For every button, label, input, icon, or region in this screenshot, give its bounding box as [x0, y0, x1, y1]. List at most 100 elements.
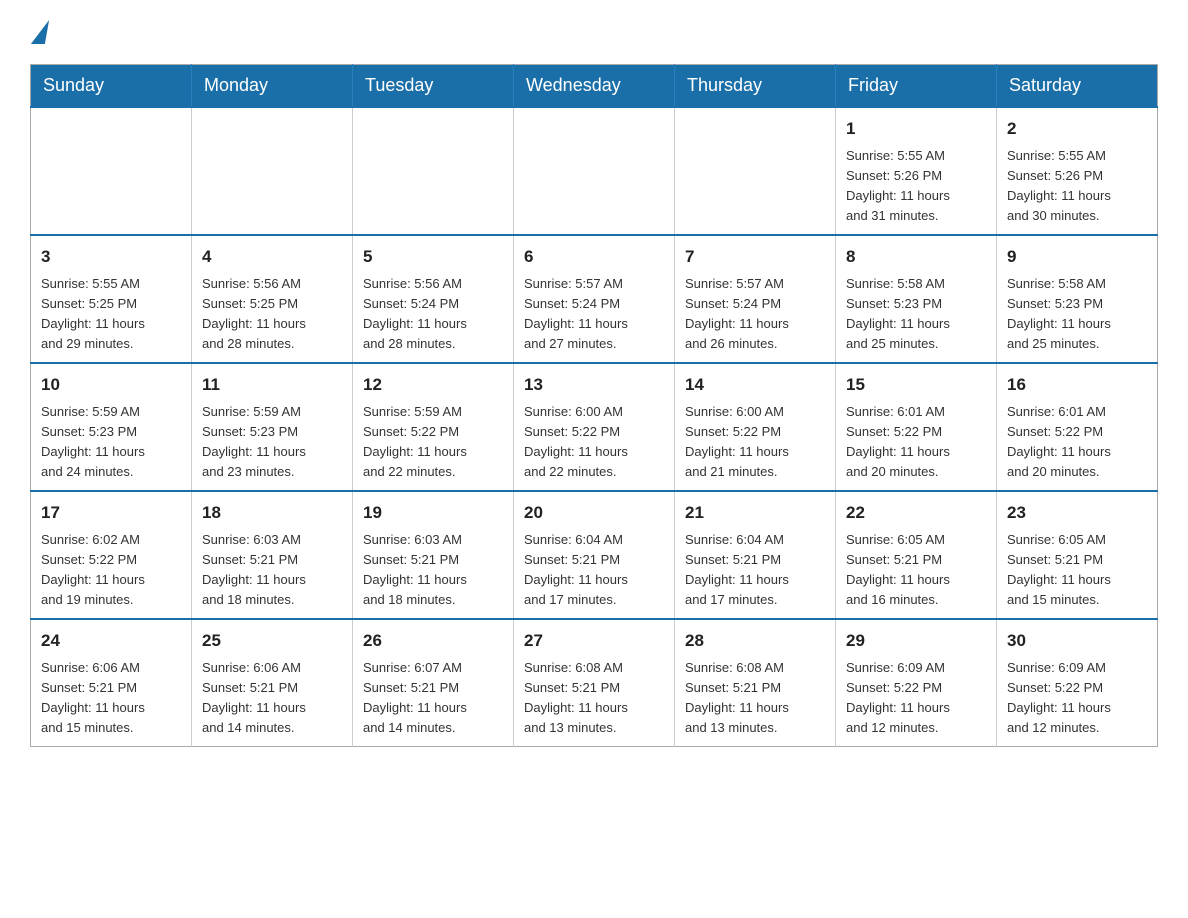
day-number: 6 [524, 244, 664, 270]
day-number: 10 [41, 372, 181, 398]
day-number: 7 [685, 244, 825, 270]
calendar-header-wednesday: Wednesday [514, 65, 675, 108]
day-number: 4 [202, 244, 342, 270]
calendar-cell: 8 Sunrise: 5:58 AMSunset: 5:23 PMDaylight… [836, 235, 997, 363]
calendar-cell: 9Sunrise: 5:58 AMSunset: 5:23 PMDaylight… [997, 235, 1158, 363]
calendar-cell: 6 Sunrise: 5:57 AMSunset: 5:24 PMDaylight… [514, 235, 675, 363]
day-info: Sunrise: 6:04 AMSunset: 5:21 PMDaylight:… [524, 530, 664, 611]
calendar-cell: 1 Sunrise: 5:55 AMSunset: 5:26 PMDaylight… [836, 107, 997, 235]
day-info: Sunrise: 5:56 AMSunset: 5:24 PMDaylight:… [363, 274, 503, 355]
calendar-cell: 5 Sunrise: 5:56 AMSunset: 5:24 PMDaylight… [353, 235, 514, 363]
calendar-cell: 4 Sunrise: 5:56 AMSunset: 5:25 PMDaylight… [192, 235, 353, 363]
day-number: 1 [846, 116, 986, 142]
day-number: 25 [202, 628, 342, 654]
day-info: Sunrise: 6:05 AMSunset: 5:21 PMDaylight:… [1007, 530, 1147, 611]
calendar-cell: 11 Sunrise: 5:59 AMSunset: 5:23 PMDayligh… [192, 363, 353, 491]
calendar-cell [514, 107, 675, 235]
day-info: Sunrise: 5:58 AMSunset: 5:23 PMDaylight:… [1007, 274, 1147, 355]
calendar-header-tuesday: Tuesday [353, 65, 514, 108]
day-info: Sunrise: 5:55 AMSunset: 5:25 PMDaylight:… [41, 274, 181, 355]
day-info: Sunrise: 6:03 AMSunset: 5:21 PMDaylight:… [363, 530, 503, 611]
day-info: Sunrise: 5:59 AMSunset: 5:23 PMDaylight:… [202, 402, 342, 483]
calendar-cell: 26Sunrise: 6:07 AMSunset: 5:21 PMDayligh… [353, 619, 514, 747]
calendar-cell: 20 Sunrise: 6:04 AMSunset: 5:21 PMDayligh… [514, 491, 675, 619]
day-number: 29 [846, 628, 986, 654]
calendar-cell: 17Sunrise: 6:02 AMSunset: 5:22 PMDayligh… [31, 491, 192, 619]
calendar-week-row-2: 3 Sunrise: 5:55 AMSunset: 5:25 PMDaylight… [31, 235, 1158, 363]
day-info: Sunrise: 6:08 AMSunset: 5:21 PMDaylight:… [685, 658, 825, 739]
calendar-cell: 19 Sunrise: 6:03 AMSunset: 5:21 PMDayligh… [353, 491, 514, 619]
day-number: 21 [685, 500, 825, 526]
day-number: 22 [846, 500, 986, 526]
day-info: Sunrise: 6:05 AMSunset: 5:21 PMDaylight:… [846, 530, 986, 611]
day-number: 27 [524, 628, 664, 654]
day-number: 15 [846, 372, 986, 398]
day-info: Sunrise: 6:03 AMSunset: 5:21 PMDaylight:… [202, 530, 342, 611]
calendar-week-row-4: 17Sunrise: 6:02 AMSunset: 5:22 PMDayligh… [31, 491, 1158, 619]
day-number: 16 [1007, 372, 1147, 398]
calendar-cell [192, 107, 353, 235]
calendar-cell: 29 Sunrise: 6:09 AMSunset: 5:22 PMDayligh… [836, 619, 997, 747]
day-info: Sunrise: 6:02 AMSunset: 5:22 PMDaylight:… [41, 530, 181, 611]
calendar-cell: 25 Sunrise: 6:06 AMSunset: 5:21 PMDayligh… [192, 619, 353, 747]
day-info: Sunrise: 5:57 AMSunset: 5:24 PMDaylight:… [685, 274, 825, 355]
day-info: Sunrise: 6:00 AMSunset: 5:22 PMDaylight:… [685, 402, 825, 483]
calendar-header-row: SundayMondayTuesdayWednesdayThursdayFrid… [31, 65, 1158, 108]
calendar-cell: 7 Sunrise: 5:57 AMSunset: 5:24 PMDaylight… [675, 235, 836, 363]
day-number: 18 [202, 500, 342, 526]
day-number: 20 [524, 500, 664, 526]
day-info: Sunrise: 6:06 AMSunset: 5:21 PMDaylight:… [202, 658, 342, 739]
calendar-cell: 24 Sunrise: 6:06 AMSunset: 5:21 PMDayligh… [31, 619, 192, 747]
calendar-cell: 3 Sunrise: 5:55 AMSunset: 5:25 PMDaylight… [31, 235, 192, 363]
day-number: 24 [41, 628, 181, 654]
calendar-cell: 30 Sunrise: 6:09 AMSunset: 5:22 PMDayligh… [997, 619, 1158, 747]
calendar-header-saturday: Saturday [997, 65, 1158, 108]
day-number: 23 [1007, 500, 1147, 526]
day-number: 14 [685, 372, 825, 398]
day-number: 19 [363, 500, 503, 526]
calendar-week-row-1: 1 Sunrise: 5:55 AMSunset: 5:26 PMDaylight… [31, 107, 1158, 235]
calendar-cell: 2 Sunrise: 5:55 AMSunset: 5:26 PMDaylight… [997, 107, 1158, 235]
day-number: 8 [846, 244, 986, 270]
calendar-header-monday: Monday [192, 65, 353, 108]
calendar-cell: 14 Sunrise: 6:00 AMSunset: 5:22 PMDayligh… [675, 363, 836, 491]
day-info: Sunrise: 6:01 AMSunset: 5:22 PMDaylight:… [846, 402, 986, 483]
page-header [30, 20, 1158, 44]
day-info: Sunrise: 6:00 AMSunset: 5:22 PMDaylight:… [524, 402, 664, 483]
calendar-week-row-5: 24 Sunrise: 6:06 AMSunset: 5:21 PMDayligh… [31, 619, 1158, 747]
calendar-cell: 10Sunrise: 5:59 AMSunset: 5:23 PMDayligh… [31, 363, 192, 491]
day-number: 26 [363, 628, 503, 654]
calendar-cell: 23 Sunrise: 6:05 AMSunset: 5:21 PMDayligh… [997, 491, 1158, 619]
day-info: Sunrise: 5:58 AMSunset: 5:23 PMDaylight:… [846, 274, 986, 355]
day-info: Sunrise: 6:09 AMSunset: 5:22 PMDaylight:… [846, 658, 986, 739]
logo [30, 20, 47, 44]
day-number: 5 [363, 244, 503, 270]
calendar-cell: 22 Sunrise: 6:05 AMSunset: 5:21 PMDayligh… [836, 491, 997, 619]
calendar-cell [31, 107, 192, 235]
day-info: Sunrise: 5:55 AMSunset: 5:26 PMDaylight:… [1007, 146, 1147, 227]
calendar-cell: 15 Sunrise: 6:01 AMSunset: 5:22 PMDayligh… [836, 363, 997, 491]
day-number: 11 [202, 372, 342, 398]
calendar-header-friday: Friday [836, 65, 997, 108]
day-info: Sunrise: 6:06 AMSunset: 5:21 PMDaylight:… [41, 658, 181, 739]
calendar-cell: 12 Sunrise: 5:59 AMSunset: 5:22 PMDayligh… [353, 363, 514, 491]
day-info: Sunrise: 6:01 AMSunset: 5:22 PMDaylight:… [1007, 402, 1147, 483]
day-number: 13 [524, 372, 664, 398]
day-number: 2 [1007, 116, 1147, 142]
calendar-cell [353, 107, 514, 235]
day-info: Sunrise: 6:08 AMSunset: 5:21 PMDaylight:… [524, 658, 664, 739]
day-info: Sunrise: 6:09 AMSunset: 5:22 PMDaylight:… [1007, 658, 1147, 739]
day-info: Sunrise: 5:55 AMSunset: 5:26 PMDaylight:… [846, 146, 986, 227]
day-info: Sunrise: 5:59 AMSunset: 5:22 PMDaylight:… [363, 402, 503, 483]
calendar-cell: 13 Sunrise: 6:00 AMSunset: 5:22 PMDayligh… [514, 363, 675, 491]
day-number: 28 [685, 628, 825, 654]
calendar-cell: 21 Sunrise: 6:04 AMSunset: 5:21 PMDayligh… [675, 491, 836, 619]
calendar-header-thursday: Thursday [675, 65, 836, 108]
day-info: Sunrise: 6:04 AMSunset: 5:21 PMDaylight:… [685, 530, 825, 611]
day-number: 30 [1007, 628, 1147, 654]
day-number: 3 [41, 244, 181, 270]
day-info: Sunrise: 5:56 AMSunset: 5:25 PMDaylight:… [202, 274, 342, 355]
day-number: 12 [363, 372, 503, 398]
calendar-cell [675, 107, 836, 235]
day-info: Sunrise: 5:57 AMSunset: 5:24 PMDaylight:… [524, 274, 664, 355]
